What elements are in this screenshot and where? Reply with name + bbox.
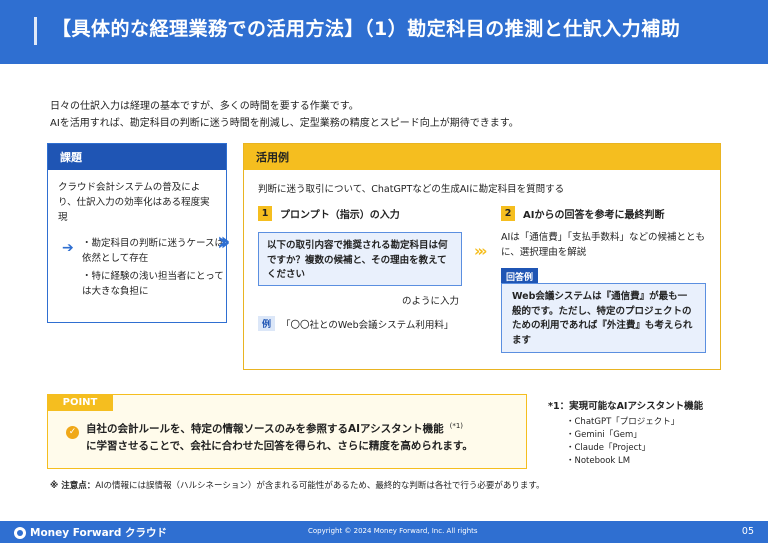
check-icon: ✓: [66, 426, 79, 439]
footnote-item: ・ChatGPT「プロジェクト」: [566, 417, 680, 427]
issue-body: クラウド会計システムの普及により、仕訳入力の効率化はある程度実現: [58, 182, 210, 223]
point-card: POINT ✓ 自社の会計ルールを、特定の情報ソースのみを参照するAIアシスタン…: [47, 394, 527, 469]
point-text: 自社の会計ルールを、特定の情報ソースのみを参照するAIアシスタント機能 (*1) …: [86, 421, 473, 455]
issue-bullets: ・勘定科目の判断に迷うケースは依然として存在 ・特に経験の浅い担当者にとっては大…: [82, 236, 226, 302]
footnote-list: ・ChatGPT「プロジェクト」 ・Gemini「Gem」 ・Claude「Pr…: [566, 416, 679, 468]
issue-title: 課題: [48, 144, 226, 170]
point-line-2: に学習させることで、会社に合わせた回答を得られ、さらに精度を高められます。: [86, 440, 473, 452]
logo-mark-icon: [14, 526, 26, 539]
point-footnote-ref: (*1): [449, 422, 464, 430]
usecase-intro: 判断に迷う取引について、ChatGPTなどの生成AIに勘定科目を質問する: [258, 184, 565, 195]
footnote-item: ・Gemini「Gem」: [566, 430, 642, 440]
caution-label: ※ 注意点：: [50, 481, 96, 491]
intro-text: 日々の仕訳入力は経理の基本ですが、多くの時間を要する作業です。 AIを活用すれば…: [50, 98, 519, 132]
footnote-title: *1：実現可能なAIアシスタント機能: [548, 401, 704, 412]
issue-card: 課題 クラウド会計システムの普及により、仕訳入力の効率化はある程度実現 ➔ ・勘…: [47, 143, 227, 323]
step-1: 1 プロンプト（指示）の入力: [258, 206, 400, 221]
step-2-number: 2: [501, 206, 515, 221]
header-accent-bar: [34, 17, 37, 45]
answer-box: Web会議システムは『通信費』が最も一般的です。ただし、特定のプロジェクトのため…: [501, 283, 706, 353]
page-header: 【具体的な経理業務での活用方法】（1）勘定科目の推測と仕訳入力補助: [0, 0, 768, 64]
copyright: Copyright © 2024 Money Forward, Inc. All…: [308, 527, 478, 535]
issue-bullet-2: ・特に経験の浅い担当者にとっては大きな負担に: [82, 271, 224, 297]
intro-line-1: 日々の仕訳入力は経理の基本ですが、多くの時間を要する作業です。: [50, 101, 359, 112]
prompt-suffix: のように入力: [402, 296, 460, 307]
brand-logo: Money Forward クラウド: [14, 525, 167, 540]
arrow-right-icon: ➔: [62, 240, 74, 256]
step-1-number: 1: [258, 206, 272, 221]
example-row: 例 「〇〇社とのWeb会議システム利用料」: [258, 316, 453, 331]
usecase-title: 活用例: [244, 144, 720, 170]
step-1-label: プロンプト（指示）の入力: [280, 210, 400, 221]
page-footer: Money Forward クラウド Copyright © 2024 Mone…: [0, 521, 768, 543]
logo-text: Money Forward クラウド: [30, 527, 168, 539]
page-number: 05: [741, 526, 754, 537]
step-2-label: AIからの回答を参考に最終判断: [523, 210, 665, 221]
point-line-1: 自社の会計ルールを、特定の情報ソースのみを参照するAIアシスタント機能: [86, 423, 444, 435]
intro-line-2: AIを活用すれば、勘定科目の判断に迷う時間を削減し、定型業務の精度とスピード向上…: [50, 118, 519, 129]
caution-text: AIの情報には誤情報（ハルシネーション）が含まれる可能性があるため、最終的な判断…: [95, 481, 545, 491]
page-title: 【具体的な経理業務での活用方法】（1）勘定科目の推測と仕訳入力補助: [52, 18, 681, 40]
double-arrow-icon: »»: [474, 242, 488, 260]
prompt-box: 以下の取引内容で推奨される勘定科目は何ですか？複数の候補と、その理由を教えてくだ…: [258, 232, 462, 286]
caution-note: ※ 注意点：AIの情報には誤情報（ハルシネーション）が含まれる可能性があるため、…: [50, 479, 545, 491]
footnote-item: ・Notebook LM: [566, 456, 631, 466]
issue-bullet-1: ・勘定科目の判断に迷うケースは依然として存在: [82, 238, 225, 264]
usecase-card: 活用例 判断に迷う取引について、ChatGPTなどの生成AIに勘定科目を質問する…: [243, 143, 721, 370]
point-tag: POINT: [47, 394, 113, 411]
step-2: 2 AIからの回答を参考に最終判断: [501, 206, 664, 221]
example-tag: 例: [258, 316, 276, 331]
footnote-item: ・Claude「Project」: [566, 443, 651, 453]
ai-explanation: AIは「通信費」「支払手数料」などの候補とともに、選択理由を解説: [501, 232, 706, 258]
example-text: 「〇〇社とのWeb会議システム利用料」: [281, 319, 454, 331]
